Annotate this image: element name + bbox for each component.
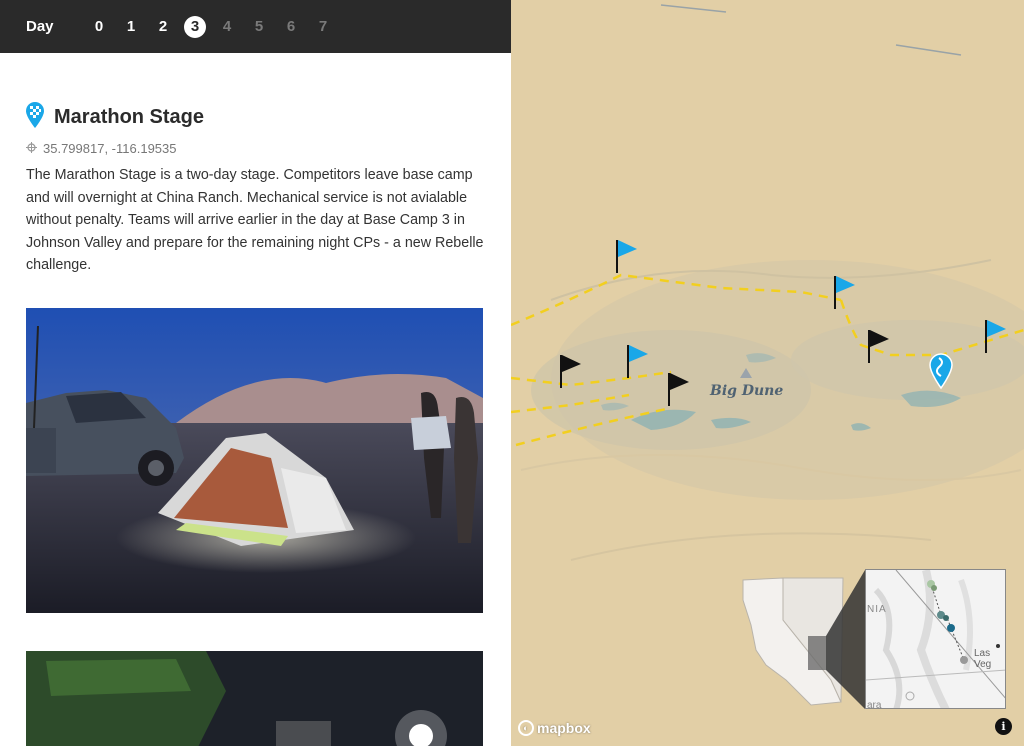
- stage-panel: Marathon Stage 35.799817, -116.19535 The…: [0, 53, 511, 746]
- stage-header: Marathon Stage: [24, 101, 204, 134]
- overview-inset-map[interactable]: NIA Las Veg ara: [865, 569, 1006, 709]
- day-3-button[interactable]: 3: [184, 15, 206, 38]
- inset-city-label: Las Veg: [974, 648, 992, 670]
- crosshair-icon: [26, 141, 37, 156]
- stage-title: Marathon Stage: [54, 106, 205, 128]
- day-2-button[interactable]: 2: [152, 16, 174, 38]
- camp-tent-photo: [26, 308, 483, 613]
- info-icon[interactable]: i: [995, 718, 1012, 735]
- inset-state-label: NIA: [867, 604, 887, 615]
- day-7-button[interactable]: 7: [312, 16, 334, 38]
- mapbox-logo-icon: ◐: [518, 720, 534, 736]
- day-0-button[interactable]: 0: [88, 16, 110, 38]
- day-selector-bar: Day 0 1 2 3 4 5 6 7: [0, 0, 511, 53]
- mapbox-logo-text: mapbox: [537, 720, 591, 736]
- day-5-button[interactable]: 5: [248, 16, 270, 38]
- night-vehicle-photo: [26, 651, 483, 746]
- checkered-pin-icon: [24, 101, 46, 134]
- day-4-button[interactable]: 4: [216, 16, 238, 38]
- route-map[interactable]: Big Dune NIA Las Veg ara ◐ mapbox i: [511, 0, 1024, 746]
- day-label: Day: [26, 18, 54, 35]
- day-1-button[interactable]: 1: [120, 16, 142, 38]
- day-6-button[interactable]: 6: [280, 16, 302, 38]
- mapbox-attribution[interactable]: ◐ mapbox: [518, 720, 591, 736]
- stage-coordinates: 35.799817, -116.19535: [26, 141, 177, 156]
- big-dune-label: Big Dune: [710, 383, 784, 399]
- inset-bottom-label: ara: [867, 700, 882, 709]
- stage-description: The Marathon Stage is a two-day stage. C…: [26, 167, 484, 273]
- coordinates-text: 35.799817, -116.19535: [43, 141, 177, 156]
